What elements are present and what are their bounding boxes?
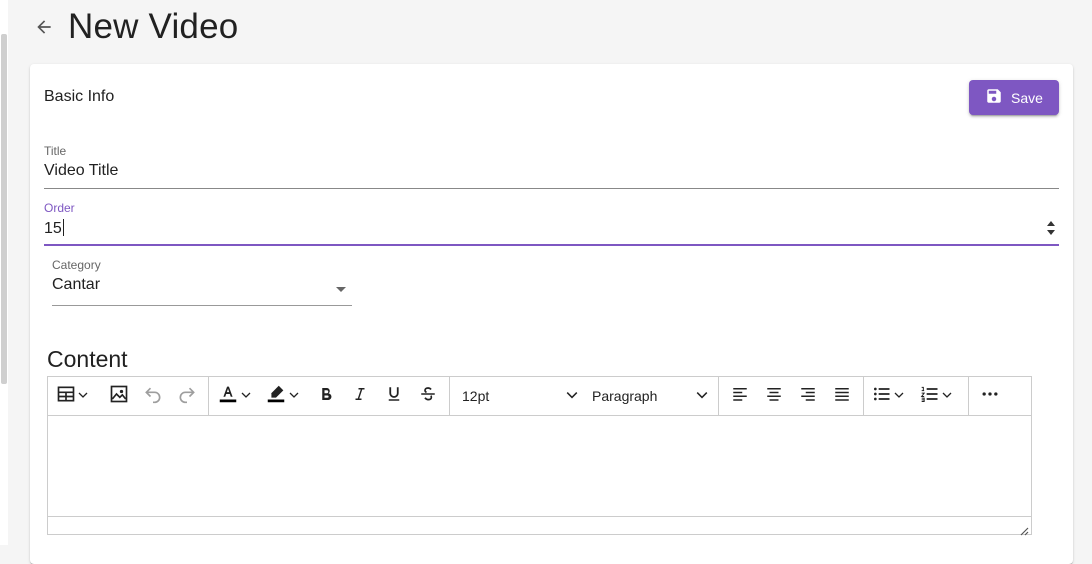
bullet-list-icon — [872, 384, 892, 409]
redo-icon — [177, 384, 197, 409]
numbered-list-button[interactable] — [916, 381, 964, 411]
underline-icon — [385, 385, 403, 408]
highlighter-icon — [265, 383, 287, 410]
insert-image-button[interactable] — [102, 381, 136, 411]
font-size-value: 12pt — [462, 388, 490, 404]
page-header: New Video — [30, 4, 238, 50]
toolbar-group-insert — [48, 377, 209, 415]
toolbar-group-align — [719, 377, 864, 415]
category-field-label: Category — [52, 258, 101, 272]
image-icon — [109, 384, 129, 409]
number-spinner-icon[interactable] — [1045, 219, 1057, 237]
table-icon — [56, 384, 76, 409]
category-value[interactable]: Cantar — [52, 276, 352, 294]
text-color-button[interactable] — [213, 381, 261, 411]
title-input[interactable]: Video Title — [44, 162, 1059, 180]
save-button[interactable]: Save — [969, 80, 1059, 115]
save-icon — [985, 87, 1003, 108]
numbered-list-icon — [920, 384, 940, 409]
strikethrough-icon — [419, 385, 437, 408]
chevron-down-icon — [289, 387, 299, 405]
title-field-label: Title — [44, 144, 67, 158]
chevron-down-icon — [78, 387, 88, 405]
italic-button[interactable] — [343, 381, 377, 411]
scrollbar-thumb[interactable] — [1, 34, 7, 384]
toolbar-group-more — [969, 377, 1011, 415]
underline-button[interactable] — [377, 381, 411, 411]
more-horizontal-icon — [980, 384, 1000, 409]
editor-content-area[interactable] — [48, 416, 1031, 516]
editor-toolbar: 12pt Paragraph — [48, 377, 1031, 416]
chevron-down-icon — [241, 387, 251, 405]
category-select[interactable]: Category Cantar — [52, 258, 352, 306]
align-left-button[interactable] — [723, 381, 757, 411]
table-button[interactable] — [52, 381, 102, 411]
order-underline — [44, 244, 1059, 246]
align-justify-button[interactable] — [825, 381, 859, 411]
page-title: New Video — [68, 7, 239, 46]
chevron-down-icon — [566, 388, 578, 404]
chevron-down-icon — [696, 388, 708, 404]
undo-button[interactable] — [136, 381, 170, 411]
order-input[interactable]: 15 — [44, 219, 1059, 238]
title-field[interactable]: Title Video Title — [44, 144, 1059, 189]
align-center-button[interactable] — [757, 381, 791, 411]
block-format-select[interactable]: Paragraph — [584, 381, 714, 411]
redo-button[interactable] — [170, 381, 204, 411]
bold-icon — [317, 385, 335, 408]
align-right-icon — [799, 385, 817, 408]
chevron-down-icon — [894, 387, 904, 405]
order-field-label: Order — [44, 201, 75, 215]
back-arrow-icon[interactable] — [30, 13, 58, 41]
toolbar-group-blocks: 12pt Paragraph — [450, 377, 719, 415]
undo-icon — [143, 384, 163, 409]
editor-statusbar — [48, 516, 1031, 536]
align-justify-icon — [833, 385, 851, 408]
order-field[interactable]: Order 15 — [44, 201, 1059, 246]
strikethrough-button[interactable] — [411, 381, 445, 411]
align-center-icon — [765, 385, 783, 408]
chevron-down-icon — [942, 387, 952, 405]
resize-handle-icon[interactable] — [1020, 523, 1029, 536]
rich-text-editor[interactable]: 12pt Paragraph — [47, 376, 1032, 536]
font-size-select[interactable]: 12pt — [454, 381, 584, 411]
align-left-icon — [731, 385, 749, 408]
highlight-color-button[interactable] — [261, 381, 309, 411]
order-value: 15 — [44, 220, 62, 237]
save-button-label: Save — [1011, 89, 1043, 106]
content-label: Content — [47, 346, 128, 372]
toolbar-group-lists — [864, 377, 969, 415]
left-scrollbar[interactable] — [0, 0, 8, 545]
bold-button[interactable] — [309, 381, 343, 411]
align-right-button[interactable] — [791, 381, 825, 411]
block-format-value: Paragraph — [592, 388, 658, 404]
dropdown-arrow-icon[interactable] — [336, 287, 346, 292]
toolbar-group-format — [209, 377, 450, 415]
category-underline — [52, 305, 352, 306]
title-underline — [44, 188, 1059, 189]
italic-icon — [351, 385, 369, 408]
bullet-list-button[interactable] — [868, 381, 916, 411]
text-cursor — [62, 219, 64, 236]
more-button[interactable] — [973, 381, 1007, 411]
section-title: Basic Info — [44, 88, 115, 105]
text-color-icon — [217, 383, 239, 410]
basic-info-card: Basic Info Save Title Video Title Order … — [30, 64, 1073, 564]
